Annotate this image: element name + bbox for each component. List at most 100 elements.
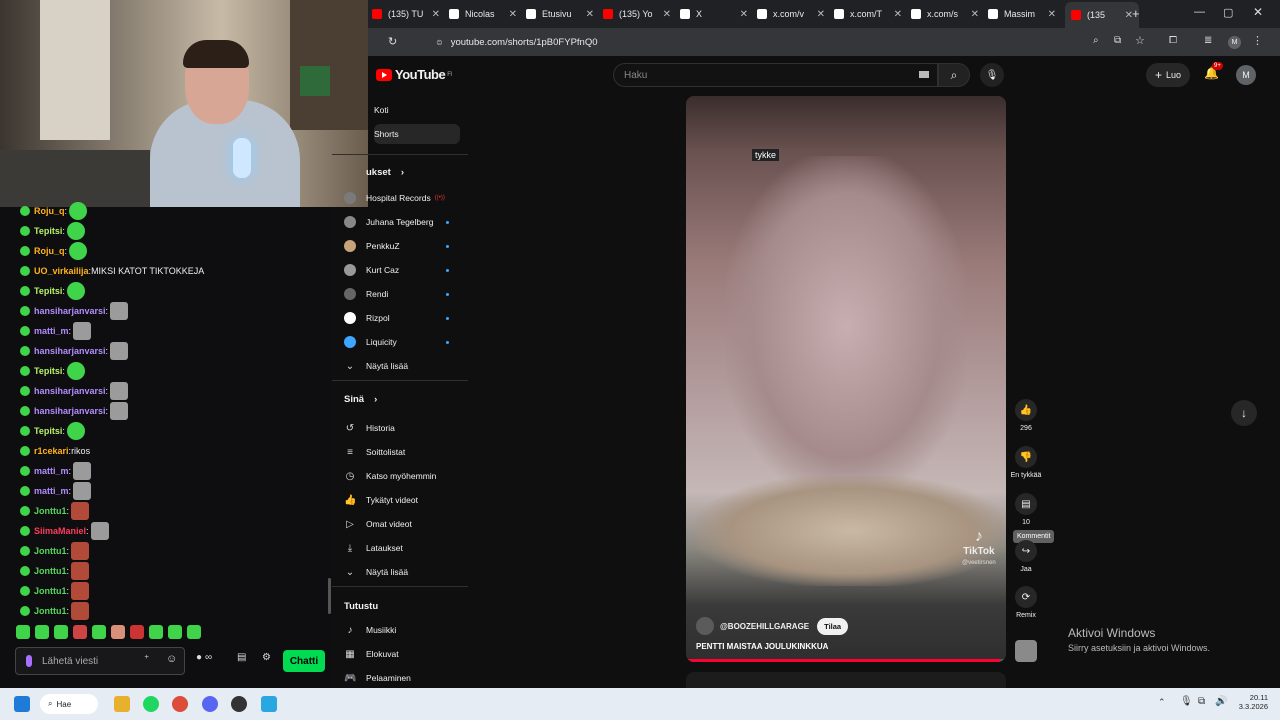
subscription-item[interactable]: PenkkuZ xyxy=(344,236,464,256)
emote-icon[interactable] xyxy=(73,322,92,340)
close-icon[interactable]: ✕ xyxy=(663,9,671,20)
chat-username[interactable]: Jonttu1 xyxy=(34,586,67,596)
emote-icon[interactable] xyxy=(110,342,129,360)
share-action[interactable]: ↪ Jaa xyxy=(1013,540,1039,573)
windows-start-icon[interactable] xyxy=(14,696,30,712)
sidebar-item-you[interactable]: ↺ Historia xyxy=(344,418,464,438)
emote-icon[interactable] xyxy=(110,302,129,320)
sidebar-item-you[interactable]: ▷ Omat videot xyxy=(344,514,464,534)
sidebar-item-you[interactable]: ⌄ Näytä lisää xyxy=(344,562,464,582)
chat-username[interactable]: Jonttu1 xyxy=(34,546,67,556)
extensions-icon[interactable]: ⧠ xyxy=(1169,35,1177,46)
browser-tab[interactable]: Nicolas ✕ xyxy=(449,4,523,24)
chat-username[interactable]: UO_virkailija xyxy=(34,266,89,276)
reload-icon[interactable]: ↻ xyxy=(388,35,397,48)
youtube-logo[interactable]: YouTube FI xyxy=(376,67,452,82)
like-action[interactable]: 👍 296 xyxy=(1013,399,1039,432)
browser-tab[interactable]: Etusivu ✕ xyxy=(526,4,600,24)
volume-icon[interactable]: 🔊 xyxy=(1215,696,1227,707)
close-window-button[interactable]: ✕ xyxy=(1253,5,1263,19)
browser-tab[interactable]: (135 ✕ xyxy=(1065,2,1139,28)
emote-icon[interactable] xyxy=(92,625,106,639)
remix-icon[interactable]: ⟳ xyxy=(1015,586,1037,608)
emote-icon[interactable] xyxy=(168,625,182,639)
emote-icon[interactable] xyxy=(149,625,163,639)
emote-icon[interactable] xyxy=(71,542,90,560)
emote-icon[interactable] xyxy=(54,625,68,639)
chat-username[interactable]: Tepitsi xyxy=(34,366,62,376)
chat-username[interactable]: hansiharjanvarsi xyxy=(34,406,106,416)
file-explorer-icon[interactable] xyxy=(114,696,130,712)
thumbs-up-icon[interactable]: 👍 xyxy=(1015,399,1037,421)
subscription-item[interactable]: Rizpol xyxy=(344,308,464,328)
browser-tab[interactable]: (135) Yo ✕ xyxy=(603,4,677,24)
emote-icon[interactable] xyxy=(90,522,109,540)
chevron-up-icon[interactable]: ⌃ xyxy=(1158,697,1166,708)
subscriptions-heading[interactable]: ukset › xyxy=(366,167,404,178)
emote-icon[interactable] xyxy=(69,202,88,220)
mic-tray-icon[interactable]: 🎙 xyxy=(1180,696,1193,707)
video-title[interactable]: PENTTI MAISTAA JOULUKINKKUA xyxy=(696,642,828,651)
store-icon[interactable]: ▤ xyxy=(237,652,246,663)
chat-username[interactable]: Jonttu1 xyxy=(34,506,67,516)
site-info-icon[interactable]: ⊜ xyxy=(436,38,443,47)
bookmark-star-icon[interactable]: ☆ xyxy=(1135,34,1145,47)
media-controls-icon[interactable]: ≣ xyxy=(1204,35,1212,46)
emote-icon[interactable] xyxy=(66,362,85,380)
short-video-player[interactable]: tykke ♪ TikTok @veetirsnen @BOOZEHILLGAR… xyxy=(686,96,1006,662)
emote-icon[interactable] xyxy=(35,625,49,639)
network-icon[interactable]: ⧉ xyxy=(1198,696,1205,707)
subscription-item[interactable]: Hospital Records ((•)) xyxy=(344,188,464,208)
close-icon[interactable]: ✕ xyxy=(1048,9,1056,20)
emote-icon[interactable] xyxy=(187,625,201,639)
profile-avatar[interactable]: M xyxy=(1228,36,1241,49)
subscription-item[interactable]: Rendi xyxy=(344,284,464,304)
sidebar-item-you[interactable]: ⤓ Lataukset xyxy=(344,538,464,558)
chat-username[interactable]: Tepitsi xyxy=(34,226,62,236)
emote-icon[interactable] xyxy=(130,625,144,639)
next-video-button[interactable]: ↓ xyxy=(1231,400,1257,426)
sidebar-item-explore[interactable]: 🎮 Pelaaminen xyxy=(344,668,464,688)
subscription-item[interactable]: Liquicity xyxy=(344,332,464,352)
maximize-button[interactable]: ▢ xyxy=(1223,6,1233,19)
emote-icon[interactable] xyxy=(73,482,92,500)
taskbar-clock[interactable]: 20.11 3.3.2026 xyxy=(1232,693,1268,711)
browser-tab[interactable]: x.com/T ✕ xyxy=(834,4,908,24)
close-icon[interactable]: ✕ xyxy=(817,9,825,20)
emote-icon[interactable] xyxy=(73,625,87,639)
browser-tab[interactable]: X ✕ xyxy=(680,4,754,24)
channel-handle[interactable]: @BOOZEHILLGARAGE xyxy=(720,622,809,631)
notifications-button[interactable]: 🔔 9+ xyxy=(1204,62,1223,80)
emote-picker-icon[interactable]: ⁺ xyxy=(144,654,149,665)
close-icon[interactable]: ✕ xyxy=(894,9,902,20)
taskbar-search[interactable]: ⌕ Hae xyxy=(40,694,98,714)
url-field[interactable]: ⊜ youtube.com/shorts/1pB0FYPfnQ0 xyxy=(420,33,1080,51)
chat-username[interactable]: matti_m xyxy=(34,326,69,336)
sidebar-item-explore[interactable]: ♪ Musiikki xyxy=(344,620,464,640)
emote-icon[interactable] xyxy=(73,462,92,480)
sound-thumbnail[interactable] xyxy=(1015,640,1037,662)
search-input[interactable]: Haku xyxy=(613,63,938,87)
create-button[interactable]: + Luo xyxy=(1146,63,1190,87)
discord-icon[interactable] xyxy=(202,696,218,712)
more-menu-icon[interactable]: ⋮ xyxy=(1252,34,1263,47)
subscription-item[interactable]: Kurt Caz xyxy=(344,260,464,280)
spotify-icon[interactable] xyxy=(143,696,159,712)
close-icon[interactable]: ✕ xyxy=(586,9,594,20)
close-icon[interactable]: ✕ xyxy=(971,9,979,20)
emote-icon[interactable] xyxy=(71,562,90,580)
thumbs-down-icon[interactable]: 👎 xyxy=(1015,446,1037,468)
emote-icon[interactable] xyxy=(111,625,125,639)
you-heading[interactable]: Sinä › xyxy=(344,394,377,405)
browser-tab[interactable]: x.com/v ✕ xyxy=(757,4,831,24)
account-avatar[interactable]: M xyxy=(1236,65,1256,85)
sidebar-item-home[interactable]: Koti xyxy=(374,100,389,120)
close-icon[interactable]: ✕ xyxy=(740,9,748,20)
chrome-icon[interactable] xyxy=(172,696,188,712)
emote-icon[interactable] xyxy=(66,422,85,440)
emote-icon[interactable] xyxy=(71,602,90,620)
sidebar-item-shorts[interactable]: Shorts xyxy=(374,124,460,144)
new-tab-button[interactable]: + xyxy=(1132,6,1140,21)
sidebar-item-you[interactable]: 👍 Tykätyt videot xyxy=(344,490,464,510)
chat-username[interactable]: matti_m xyxy=(34,486,69,496)
